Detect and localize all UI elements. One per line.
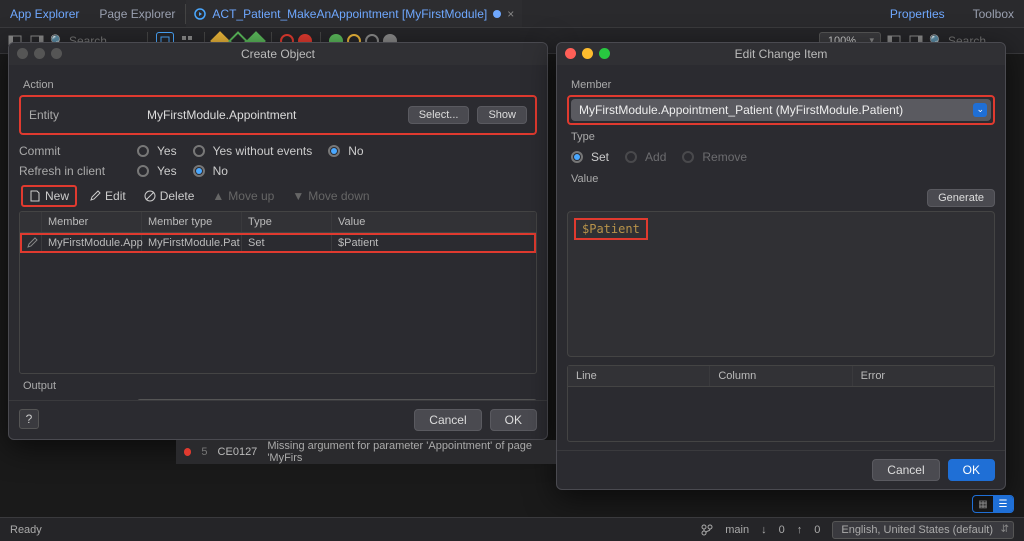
help-button[interactable]: ? — [19, 409, 39, 429]
col-type[interactable]: Type — [242, 212, 332, 232]
pencil-icon[interactable] — [26, 237, 38, 249]
no-icon — [144, 190, 156, 202]
move-up-button: ▲ Move up — [206, 187, 280, 205]
chevron-down-icon: ⌄ — [976, 104, 984, 115]
errors-panel-row[interactable]: 5 CE0127 Missing argument for parameter … — [176, 440, 556, 464]
refresh-no-radio[interactable] — [193, 165, 205, 177]
status-ready: Ready — [10, 524, 42, 536]
new-member-button[interactable]: New — [21, 185, 77, 207]
dialog-title: Create Object — [241, 47, 315, 61]
tab-toolbox[interactable]: Toolbox — [963, 7, 1024, 21]
list-view-icon[interactable]: ☰ — [993, 496, 1013, 512]
window-close-icon[interactable] — [565, 48, 576, 59]
ok-button[interactable]: OK — [948, 459, 995, 481]
create-object-dialog: Create Object Action Entity MyFirstModul… — [8, 42, 548, 440]
commit-no-radio[interactable] — [328, 145, 340, 157]
show-entity-button[interactable]: Show — [477, 106, 527, 124]
member-select-wrap: MyFirstModule.Appointment_Patient (MyFir… — [567, 95, 995, 125]
commit-label: Commit — [19, 144, 129, 158]
error-message: Missing argument for parameter 'Appointm… — [267, 440, 548, 464]
errors-table: Line Column Error — [567, 365, 995, 442]
arrow-down-icon: ↓ — [761, 524, 767, 536]
refresh-row: Refresh in client Yes No — [19, 161, 537, 181]
section-action-label: Action — [19, 73, 537, 95]
dialog-titlebar[interactable]: Edit Change Item — [557, 43, 1005, 65]
value-token: $Patient — [574, 218, 648, 240]
grid-view-icon[interactable]: ▦ — [973, 496, 993, 512]
editor-tab[interactable]: ACT_Patient_MakeAnAppointment [MyFirstMo… — [186, 0, 522, 27]
status-bar: Ready main ↓0 ↑0 English, United States … — [0, 517, 1024, 541]
commit-row: Commit Yes Yes without events No — [19, 141, 537, 161]
members-toolbar: New Edit Delete ▲ Move up ▼ Move down — [19, 181, 537, 211]
document-icon — [29, 190, 41, 202]
section-output-label: Output — [19, 374, 537, 396]
type-remove-radio — [682, 151, 694, 163]
type-set-radio[interactable] — [571, 151, 583, 163]
member-section-label: Member — [567, 73, 995, 95]
table-row[interactable]: MyFirstModule.App MyFirstModule.Pat Set … — [20, 233, 536, 253]
branch-name[interactable]: main — [725, 524, 749, 536]
run-icon — [194, 8, 206, 20]
tab-properties[interactable]: Properties — [880, 7, 955, 21]
dialog-titlebar[interactable]: Create Object — [9, 43, 547, 65]
cancel-button[interactable]: Cancel — [414, 409, 481, 431]
editor-tab-title: ACT_Patient_MakeAnAppointment [MyFirstMo… — [212, 7, 487, 21]
window-minimize-icon[interactable] — [34, 48, 45, 59]
value-editor[interactable]: $Patient — [567, 211, 995, 357]
col-member[interactable]: Member — [42, 212, 142, 232]
top-tab-bar: App Explorer Page Explorer ACT_Patient_M… — [0, 0, 1024, 28]
col-value[interactable]: Value — [332, 212, 536, 232]
col-member-type[interactable]: Member type — [142, 212, 242, 232]
members-table: Member Member type Type Value MyFirstMod… — [19, 211, 537, 374]
move-down-button: ▼ Move down — [286, 187, 375, 205]
entity-label: Entity — [29, 108, 139, 122]
tab-app-explorer[interactable]: App Explorer — [0, 0, 89, 27]
value-section-label: Value — [567, 167, 995, 189]
col-error[interactable]: Error — [853, 366, 994, 386]
select-entity-button[interactable]: Select... — [408, 106, 470, 124]
generate-button[interactable]: Generate — [927, 189, 995, 207]
tab-page-explorer[interactable]: Page Explorer — [89, 0, 185, 27]
window-zoom-icon[interactable] — [51, 48, 62, 59]
refresh-yes-radio[interactable] — [137, 165, 149, 177]
edit-change-item-dialog: Edit Change Item Member MyFirstModule.Ap… — [556, 42, 1006, 490]
type-add-radio — [625, 151, 637, 163]
pencil-icon — [89, 190, 101, 202]
window-minimize-icon[interactable] — [582, 48, 593, 59]
edit-member-button[interactable]: Edit — [83, 187, 132, 205]
arrow-up-icon: ↑ — [797, 524, 803, 536]
member-select[interactable]: MyFirstModule.Appointment_Patient (MyFir… — [571, 99, 991, 121]
entity-value: MyFirstModule.Appointment — [147, 108, 400, 122]
commit-yes-no-events-radio[interactable] — [193, 145, 205, 157]
error-dot-icon — [184, 448, 191, 456]
close-icon[interactable]: × — [507, 7, 514, 21]
window-close-icon[interactable] — [17, 48, 28, 59]
view-mode-toggle[interactable]: ▦ ☰ — [972, 495, 1014, 513]
language-select[interactable]: English, United States (default) — [832, 521, 1014, 539]
type-section-label: Type — [567, 125, 995, 147]
branch-icon — [701, 524, 713, 536]
error-row-number: 5 — [201, 446, 207, 458]
error-code: CE0127 — [218, 446, 258, 458]
commit-yes-radio[interactable] — [137, 145, 149, 157]
ok-button[interactable]: OK — [490, 409, 537, 431]
dirty-indicator-icon — [493, 10, 501, 18]
entity-row-group: Entity MyFirstModule.Appointment Select.… — [19, 95, 537, 135]
dialog-title: Edit Change Item — [735, 47, 828, 61]
col-line[interactable]: Line — [568, 366, 710, 386]
refresh-label: Refresh in client — [19, 164, 129, 178]
window-zoom-icon[interactable] — [599, 48, 610, 59]
cancel-button[interactable]: Cancel — [872, 459, 939, 481]
delete-member-button[interactable]: Delete — [138, 187, 201, 205]
col-column[interactable]: Column — [710, 366, 852, 386]
